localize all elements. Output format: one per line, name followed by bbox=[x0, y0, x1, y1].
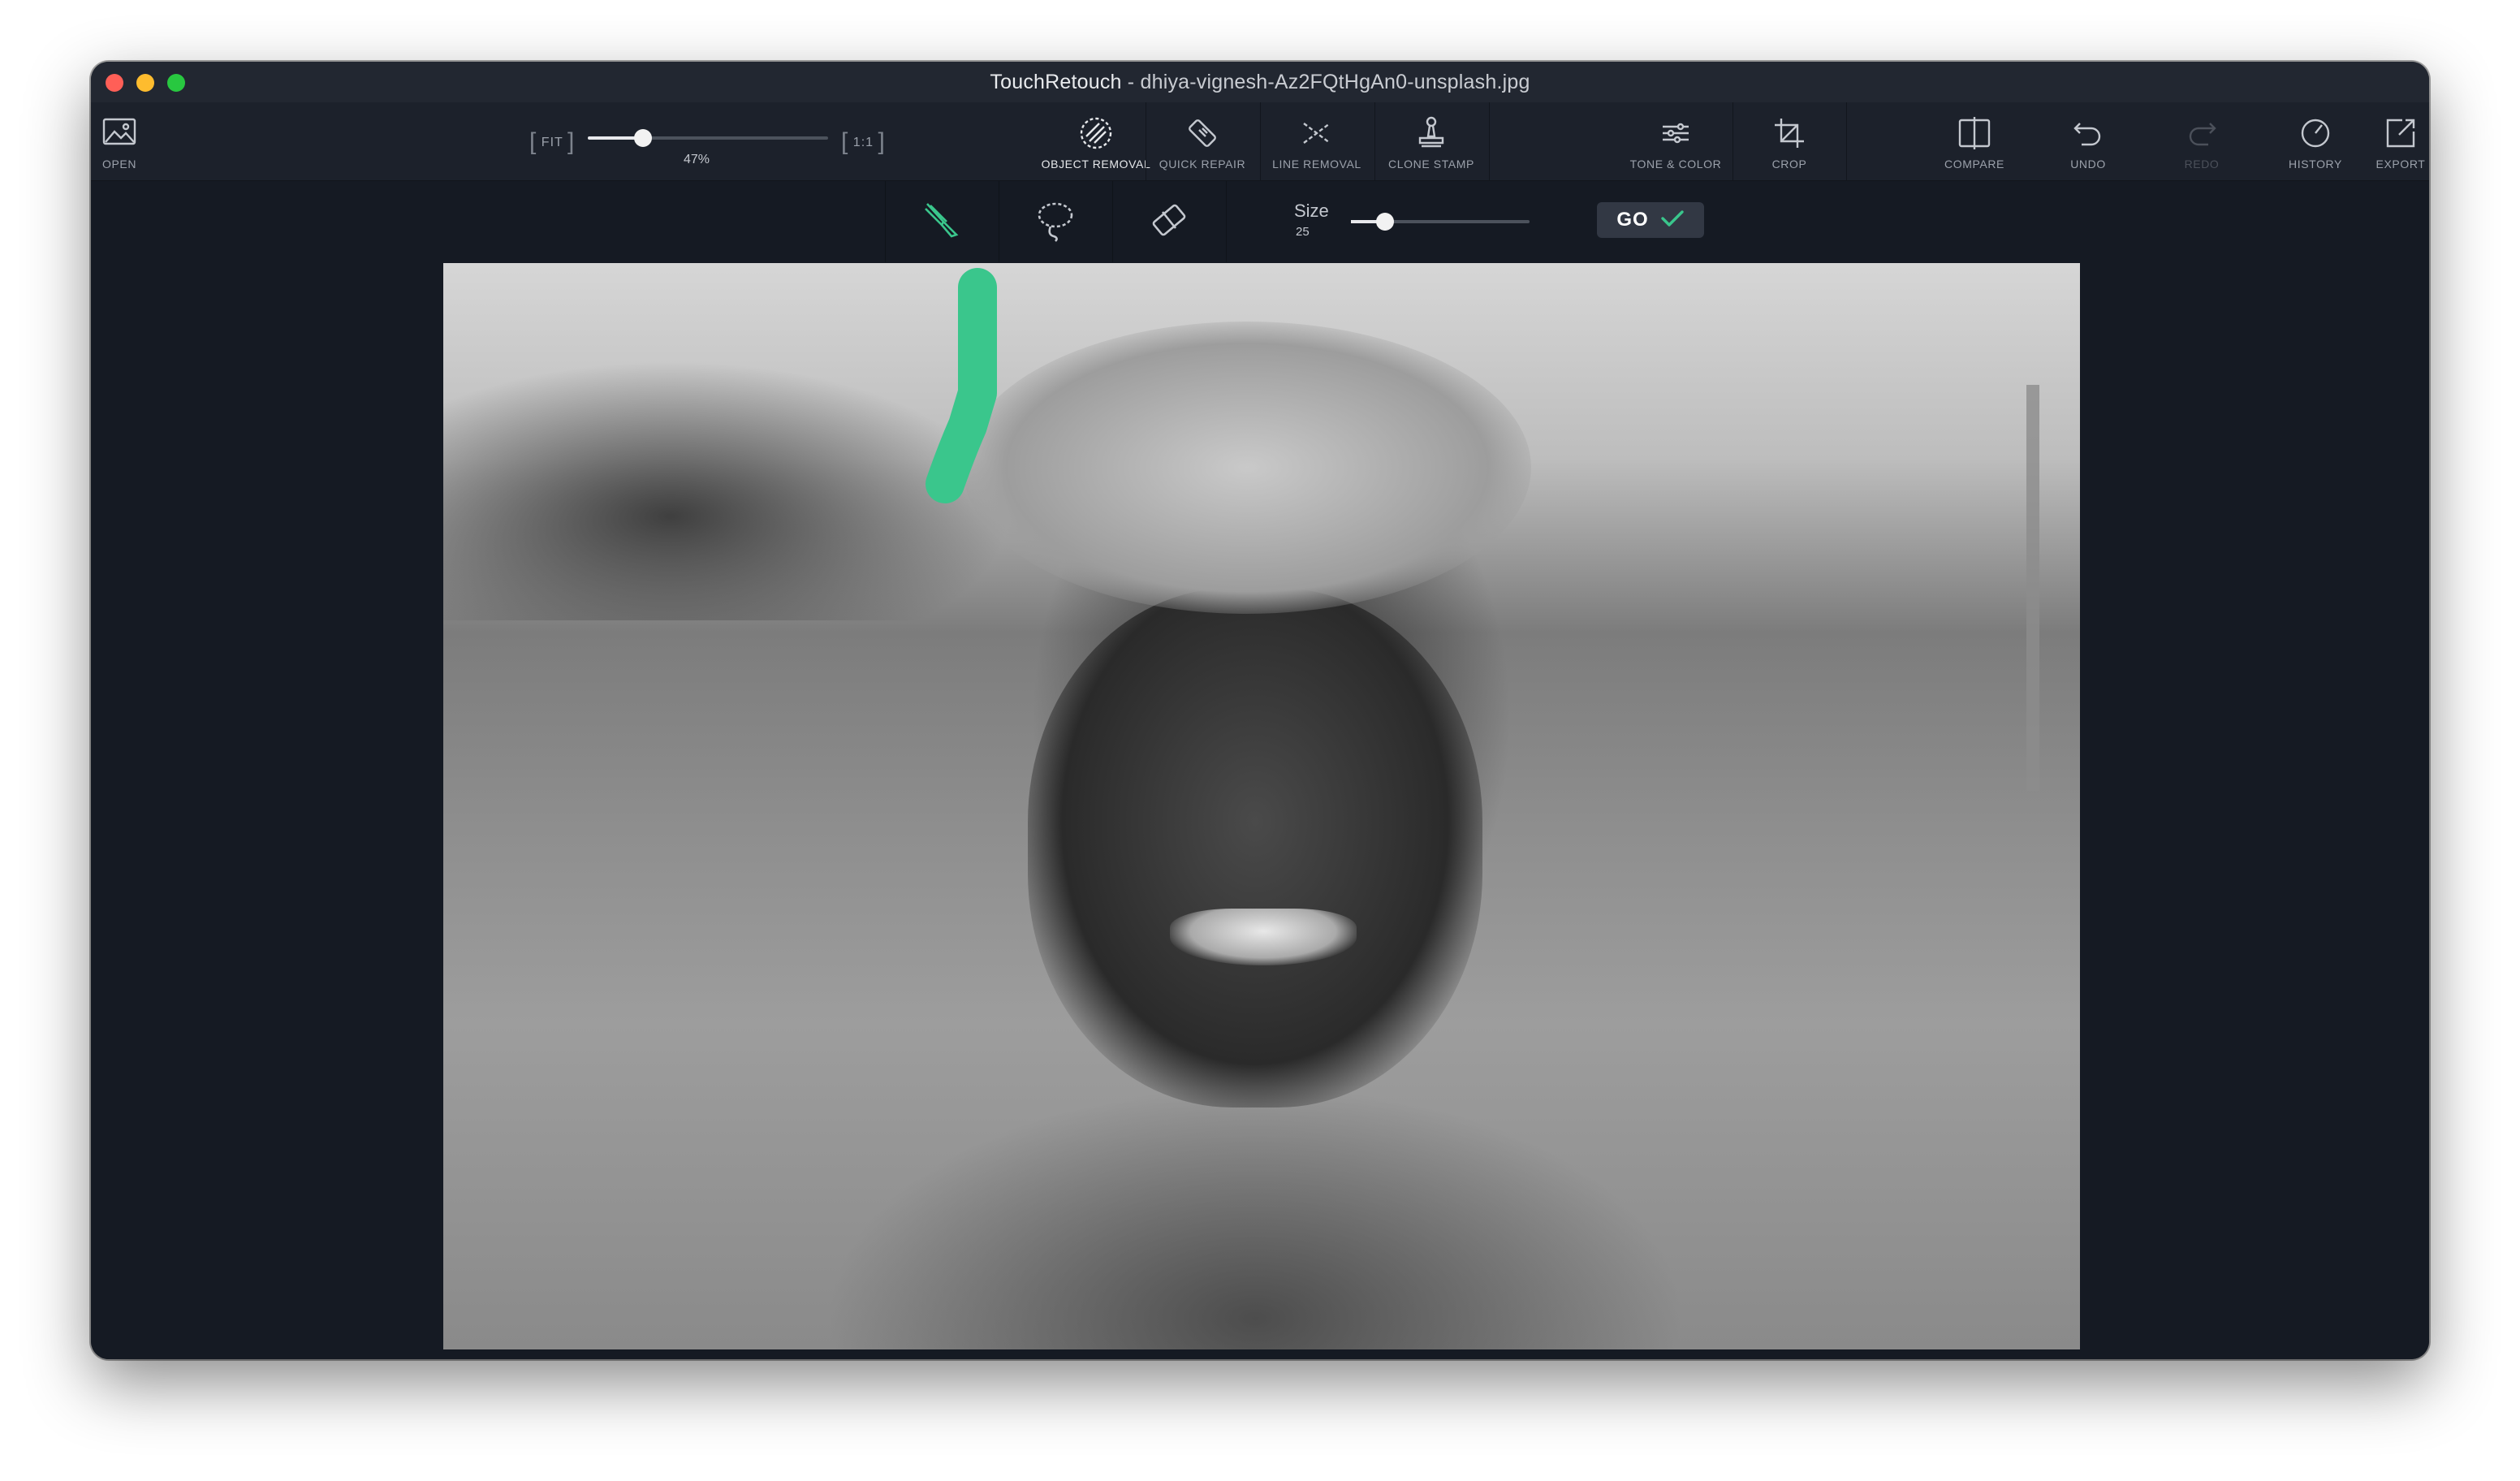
redo-button[interactable]: REDO bbox=[2145, 102, 2259, 180]
toolbar-divider bbox=[1846, 102, 1847, 180]
compare-icon bbox=[1955, 114, 1994, 153]
lasso-icon bbox=[1033, 197, 1078, 247]
quick-repair-icon bbox=[1183, 114, 1222, 153]
photo-image[interactable] bbox=[443, 263, 2080, 1349]
main-toolbar: OPEN [ FIT ] 47% [ 1:1 ] OBJECT REMOVAL … bbox=[91, 102, 2429, 181]
zoom-slider-handle[interactable] bbox=[634, 129, 653, 147]
tool-label: QUICK REPAIR bbox=[1159, 158, 1246, 171]
brush-size-control: Size 25 bbox=[1294, 181, 1554, 262]
export-icon bbox=[2381, 114, 2420, 153]
app-name: TouchRetouch bbox=[990, 70, 1122, 93]
open-image-icon bbox=[100, 114, 139, 153]
zoom-percent: 47% bbox=[684, 153, 710, 166]
go-button[interactable]: GO bbox=[1597, 202, 1704, 238]
zoom-fit-label: FIT bbox=[541, 136, 563, 149]
eraser-icon bbox=[1146, 197, 1192, 247]
tool-tone-color[interactable]: TONE & COLOR bbox=[1619, 102, 1732, 180]
close-window-button[interactable] bbox=[106, 74, 123, 92]
clone-stamp-icon bbox=[1412, 114, 1451, 153]
lasso-tool-button[interactable] bbox=[999, 181, 1112, 262]
tool-object-removal[interactable]: OBJECT REMOVAL bbox=[1039, 102, 1153, 180]
export-button[interactable]: EXPORT bbox=[2372, 102, 2429, 180]
tool-label: CROP bbox=[1771, 158, 1807, 171]
tool-label: CLONE STAMP bbox=[1388, 158, 1474, 171]
brush-toolbar: Size 25 GO bbox=[91, 181, 2429, 262]
size-value: 25 bbox=[1296, 225, 1310, 239]
tool-quick-repair[interactable]: QUICK REPAIR bbox=[1146, 102, 1259, 180]
file-name: dhiya-vignesh-Az2FQtHgAn0-unsplash.jpg bbox=[1140, 70, 1530, 93]
line-removal-icon bbox=[1297, 114, 1336, 153]
compare-label: COMPARE bbox=[1944, 158, 2004, 171]
minimize-window-button[interactable] bbox=[136, 74, 154, 92]
undo-button[interactable]: UNDO bbox=[2031, 102, 2145, 180]
toolbar-divider bbox=[1489, 102, 1490, 180]
editing-canvas[interactable] bbox=[91, 263, 2429, 1359]
tool-line-removal[interactable]: LINE REMOVAL bbox=[1260, 102, 1374, 180]
window-title: TouchRetouch - dhiya-vignesh-Az2FQtHgAn0… bbox=[990, 71, 1530, 94]
go-label: GO bbox=[1616, 209, 1649, 231]
app-window: TouchRetouch - dhiya-vignesh-Az2FQtHgAn0… bbox=[91, 62, 2429, 1359]
redo-icon bbox=[2182, 114, 2221, 153]
undo-icon bbox=[2069, 114, 2108, 153]
zoom-one-to-one-label: 1:1 bbox=[852, 136, 874, 149]
compare-button[interactable]: COMPARE bbox=[1918, 102, 2031, 180]
zoom-fit-button[interactable]: [ FIT ] bbox=[529, 125, 575, 155]
size-label: Size bbox=[1294, 201, 1329, 221]
eraser-tool-button[interactable] bbox=[1112, 181, 1226, 262]
size-slider-handle[interactable] bbox=[1375, 213, 1394, 231]
tool-label: OBJECT REMOVAL bbox=[1041, 158, 1151, 171]
redo-label: REDO bbox=[2184, 158, 2220, 171]
tool-clone-stamp[interactable]: CLONE STAMP bbox=[1374, 102, 1488, 180]
title-separator: - bbox=[1121, 70, 1141, 93]
object-removal-icon bbox=[1077, 114, 1115, 153]
zoom-slider[interactable] bbox=[588, 129, 828, 147]
crop-icon bbox=[1770, 114, 1809, 153]
history-button[interactable]: HISTORY bbox=[2259, 102, 2372, 180]
history-label: HISTORY bbox=[2289, 158, 2342, 171]
history-icon bbox=[2296, 114, 2335, 153]
tool-crop[interactable]: CROP bbox=[1732, 102, 1846, 180]
maximize-window-button[interactable] bbox=[167, 74, 185, 92]
tone-color-icon bbox=[1656, 114, 1695, 153]
window-controls bbox=[106, 74, 185, 92]
brush-tool-button[interactable] bbox=[885, 181, 999, 262]
brush-icon bbox=[919, 197, 964, 247]
export-label: EXPORT bbox=[2375, 158, 2426, 171]
undo-label: UNDO bbox=[2070, 158, 2106, 171]
tool-label: TONE & COLOR bbox=[1629, 158, 1722, 171]
size-slider[interactable] bbox=[1351, 213, 1530, 231]
checkmark-icon bbox=[1660, 209, 1685, 232]
brush-selection-stroke bbox=[926, 268, 997, 503]
open-button[interactable]: OPEN bbox=[91, 102, 148, 180]
open-label: OPEN bbox=[101, 158, 137, 171]
zoom-control: [ FIT ] 47% [ 1:1 ] bbox=[440, 102, 895, 180]
tool-label: LINE REMOVAL bbox=[1272, 158, 1361, 171]
zoom-one-to-one-button[interactable]: [ 1:1 ] bbox=[841, 125, 886, 155]
subtoolbar-divider bbox=[1226, 181, 1227, 262]
title-bar: TouchRetouch - dhiya-vignesh-Az2FQtHgAn0… bbox=[91, 62, 2429, 102]
